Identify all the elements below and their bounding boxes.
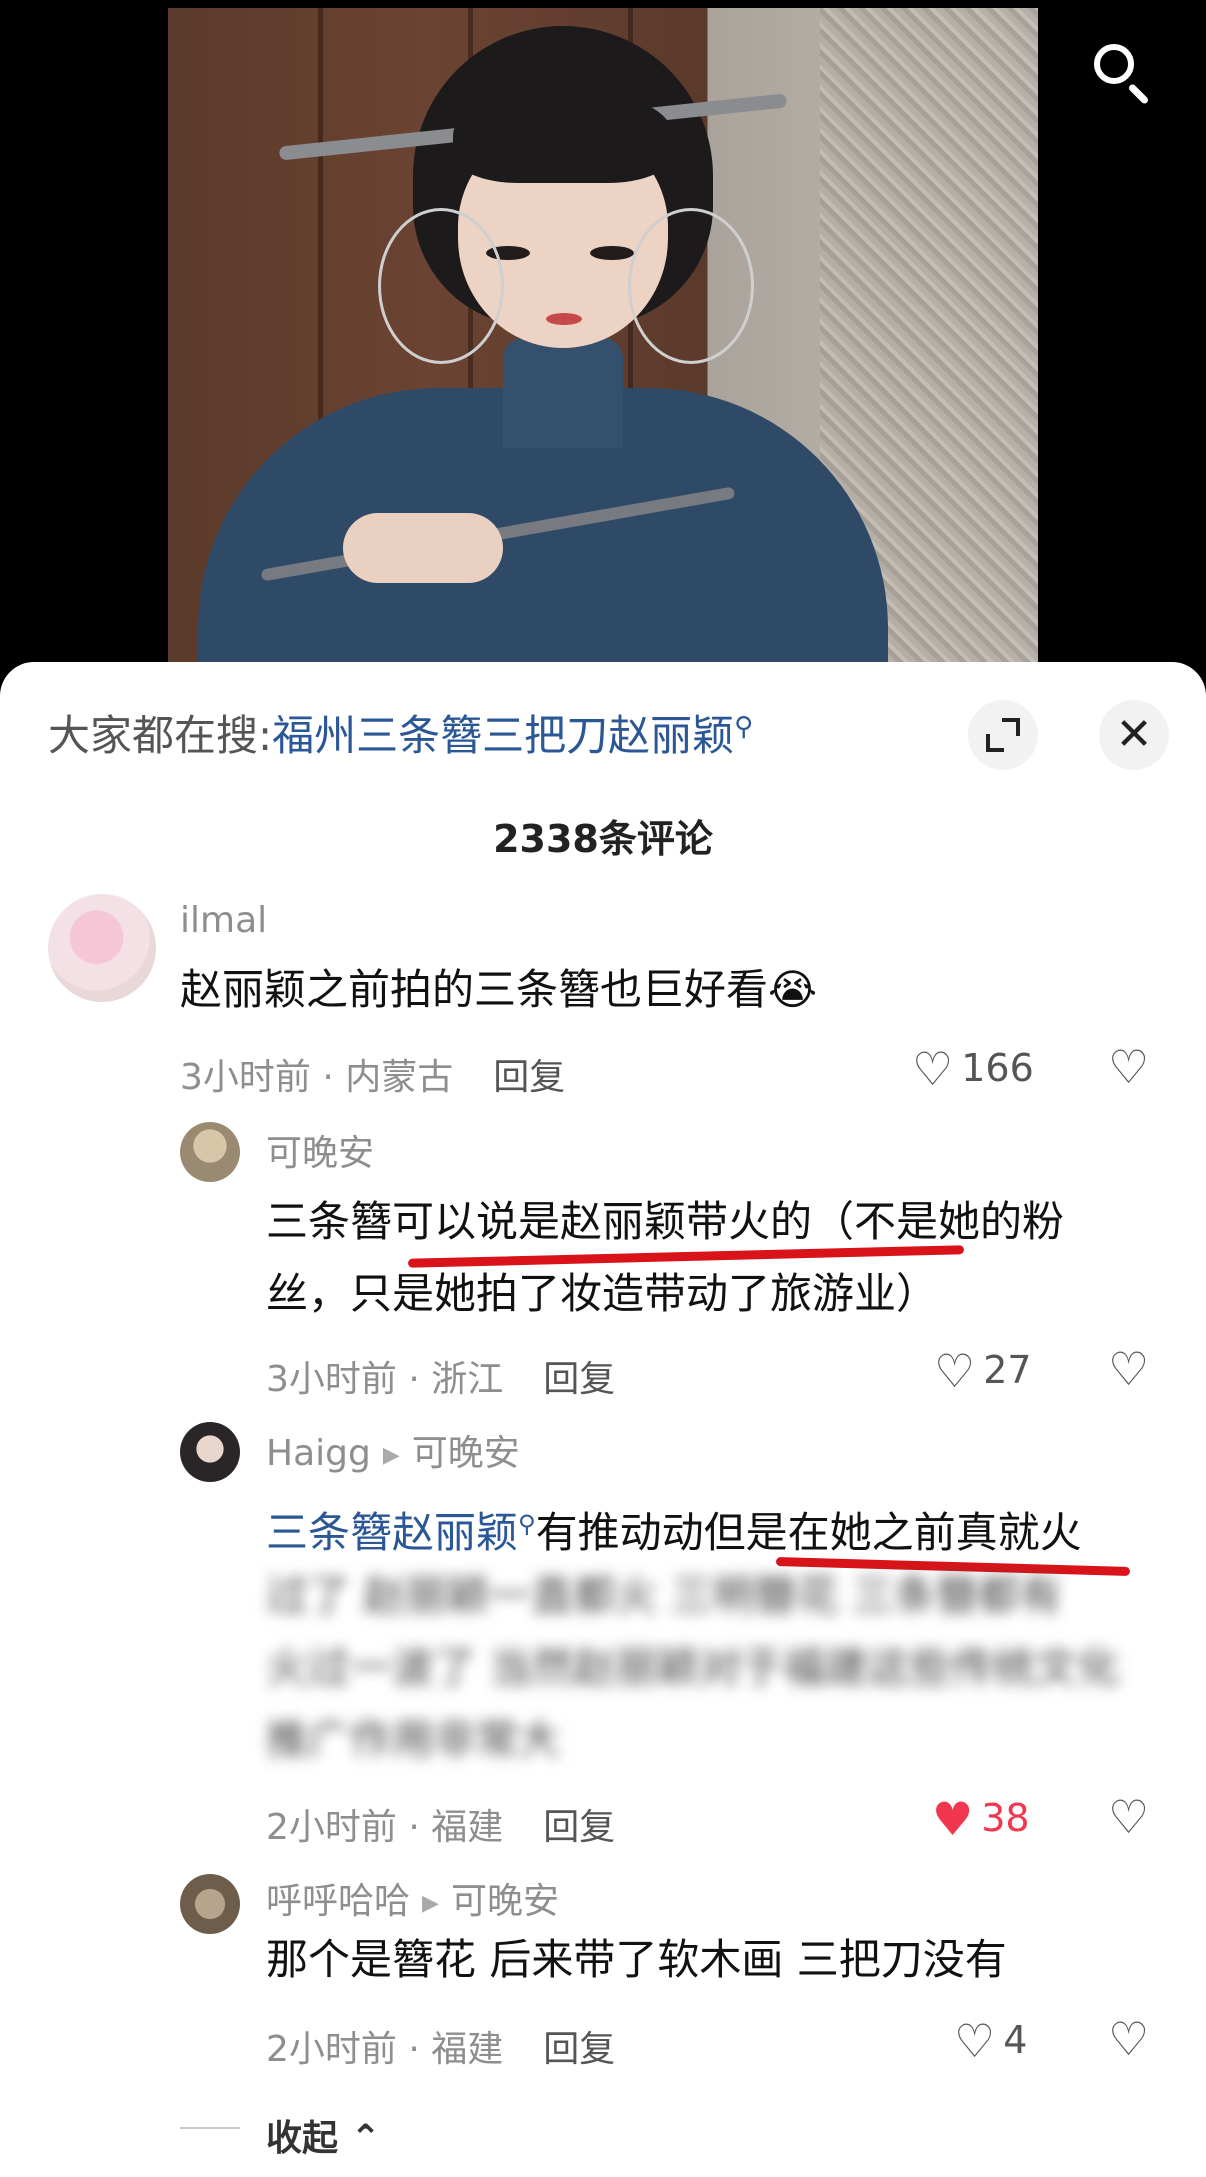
comment-time-location: 2小时前 · 福建 <box>266 2029 504 2070</box>
comment-time-location: 2小时前 · 福建 <box>266 1807 504 1848</box>
broken-heart-icon[interactable]: ♡ <box>1108 2012 1149 2066</box>
reply-button[interactable]: 回复 <box>543 1807 615 1848</box>
comment-username[interactable]: ilmal <box>180 900 267 941</box>
video-frame <box>168 8 1038 700</box>
comment-time-location: 3小时前 · 内蒙古 <box>180 1057 454 1098</box>
heart-filled-icon: ♥ <box>932 1792 974 1846</box>
broken-heart-icon[interactable]: ♡ <box>1108 1342 1149 1396</box>
reply-target[interactable]: 可晚安 <box>451 1881 559 1922</box>
like-count: 4 <box>1003 2018 1028 2062</box>
video-area[interactable] <box>0 0 1206 700</box>
avatar[interactable] <box>180 1122 240 1182</box>
comment-text-line4: 推广作用非常大 <box>266 1715 561 1764</box>
reply-author[interactable]: Haigg <box>266 1433 371 1474</box>
reply-arrow-icon: ▶ <box>422 1890 439 1916</box>
heart-icon: ♡ <box>934 1344 976 1398</box>
broken-heart-icon[interactable]: ♡ <box>1108 1040 1149 1094</box>
expand-button[interactable] <box>968 700 1038 770</box>
like-count: 27 <box>983 1348 1032 1392</box>
search-small-icon: ⚲ <box>734 712 754 742</box>
avatar[interactable] <box>180 1422 240 1482</box>
like-count: 166 <box>961 1046 1034 1090</box>
like-button[interactable]: ♥ 38 <box>932 1792 1030 1846</box>
like-count: 38 <box>981 1796 1030 1840</box>
trending-search[interactable]: 大家都在搜:福州三条簪三把刀赵丽颖⚲ <box>48 702 753 763</box>
like-button[interactable]: ♡ 27 <box>934 1344 1032 1398</box>
chevron-up-icon: ⌃ <box>338 2118 381 2159</box>
avatar[interactable] <box>180 1874 240 1934</box>
comment-text-line2: 丝，只是她拍了妆造带动了旅游业） <box>266 1269 939 1318</box>
comment-username[interactable]: 可晚安 <box>266 1124 374 1176</box>
collapse-replies-button[interactable]: 收起 ⌃ <box>266 2109 381 2161</box>
divider <box>180 2127 240 2129</box>
comment-sheet: 大家都在搜:福州三条簪三把刀赵丽颖⚲ ✕ 2338条评论 ilmal 赵丽颖之前… <box>0 662 1206 2177</box>
close-icon: ✕ <box>1115 709 1153 760</box>
heart-icon: ♡ <box>954 2014 996 2068</box>
reply-arrow-icon: ▶ <box>382 1442 400 1468</box>
reply-button[interactable]: 回复 <box>543 2029 615 2070</box>
comment-count: 2338条评论 <box>493 817 713 861</box>
comment-text: 那个是簪花 后来带了软木画 三把刀没有 <box>266 1935 1007 1984</box>
reply-button[interactable]: 回复 <box>493 1057 565 1098</box>
close-button[interactable]: ✕ <box>1099 700 1169 770</box>
like-button[interactable]: ♡ 4 <box>954 2014 1027 2068</box>
trending-search-query[interactable]: 福州三条簪三把刀赵丽颖 <box>272 711 734 760</box>
reply-button[interactable]: 回复 <box>543 1359 615 1400</box>
reply-target[interactable]: 可晚安 <box>412 1433 520 1474</box>
figure-hand <box>343 513 503 583</box>
comment-username: Haigg ▶ 可晚安 <box>266 1424 520 1476</box>
search-icon[interactable] <box>1088 38 1158 108</box>
expand-icon <box>986 718 1020 752</box>
reply-author[interactable]: 呼呼哈哈 <box>266 1881 410 1922</box>
avatar[interactable] <box>48 894 156 1002</box>
comment-text: 赵丽颖之前拍的三条簪也巨好看😭 <box>180 965 818 1014</box>
comment-username: 呼呼哈哈 ▶ 可晚安 <box>266 1872 559 1924</box>
collapse-label: 收起 <box>266 2118 339 2159</box>
comment-time-location: 3小时前 · 浙江 <box>266 1359 504 1400</box>
comment-text-line3: 火过一波了 当然赵丽颖对于福建这些传统文化 <box>266 1643 1120 1692</box>
comment-text-line2: 过了 赵丽颖一直都火 三明簪花 三条簪都有 <box>266 1571 1063 1620</box>
trending-search-prefix: 大家都在搜: <box>48 711 273 760</box>
comment-search-link[interactable]: 三条簪赵丽颖 <box>266 1508 518 1557</box>
heart-icon: ♡ <box>912 1042 954 1096</box>
comment-text-after-link: 有推动动但是在她之前真就火 <box>535 1508 1082 1557</box>
broken-heart-icon[interactable]: ♡ <box>1108 1790 1149 1844</box>
comment-text-line1: 三条簪赵丽颖⚲有推动动但是在她之前真就火 <box>266 1488 1082 1569</box>
like-button[interactable]: ♡ 166 <box>912 1042 1034 1096</box>
search-small-icon: ⚲ <box>518 1510 536 1538</box>
